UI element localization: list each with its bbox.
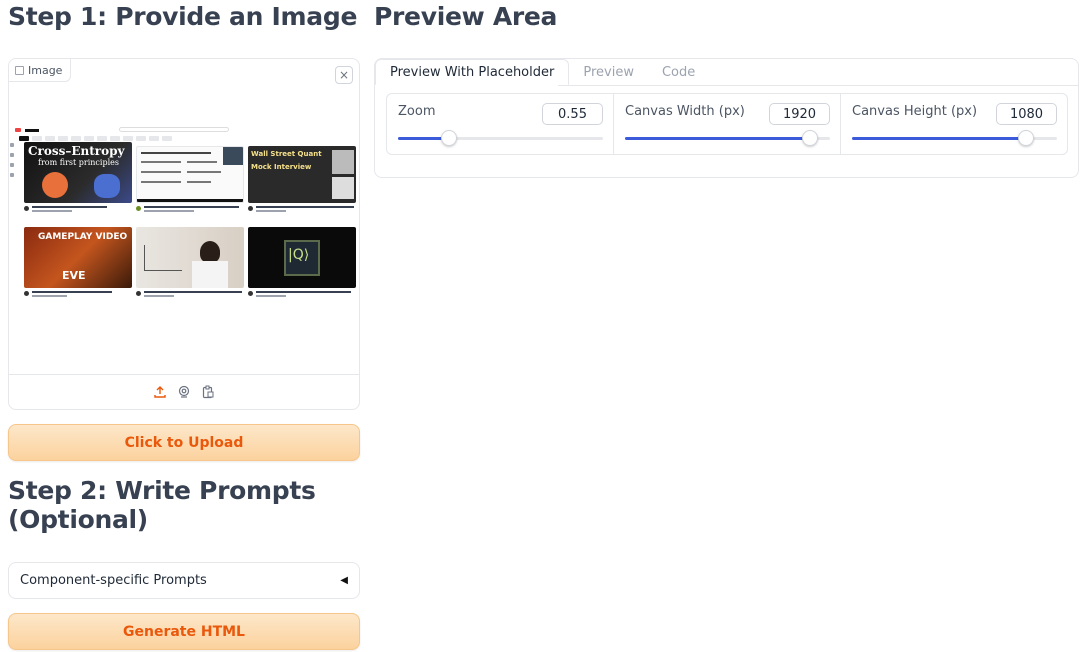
thumb-subtitle: from first principles bbox=[38, 158, 119, 167]
yt-logo-text bbox=[25, 128, 39, 132]
thumbnail-gameplay: GAMEPLAY VIDEO EVE bbox=[24, 227, 132, 288]
preview-tabs-panel: Preview With Placeholder Preview Code Zo… bbox=[374, 58, 1079, 178]
video-meta bbox=[24, 205, 132, 219]
thumb-title: GAMEPLAY VIDEO bbox=[38, 232, 128, 242]
canvas-width-label: Canvas Width (px) bbox=[625, 104, 745, 119]
image-label: Image bbox=[9, 59, 72, 82]
video-meta bbox=[248, 290, 356, 304]
canvas-width-track[interactable] bbox=[625, 130, 830, 146]
canvas-width-input[interactable]: 1920 bbox=[769, 103, 830, 125]
zoom-track[interactable] bbox=[398, 130, 603, 146]
tab-divider bbox=[558, 85, 1078, 86]
component-prompts-accordion[interactable]: Component-specific Prompts ◀ bbox=[8, 562, 360, 599]
video-meta bbox=[136, 205, 244, 219]
accordion-label: Component-specific Prompts bbox=[20, 573, 207, 588]
generate-html-button[interactable]: Generate HTML bbox=[8, 613, 360, 650]
canvas-width-fill bbox=[625, 137, 810, 140]
canvas-height-fill bbox=[852, 137, 1027, 140]
thumbnail-math bbox=[136, 146, 244, 203]
canvas-height-handle[interactable] bbox=[1018, 130, 1035, 146]
image-icon bbox=[15, 65, 24, 75]
uploaded-image-preview: Cross–Entropy from first principles Wall… bbox=[9, 125, 359, 365]
canvas-width-handle[interactable] bbox=[801, 130, 818, 146]
zoom-input[interactable]: 0.55 bbox=[542, 103, 603, 125]
image-label-text: Image bbox=[28, 63, 63, 77]
zoom-handle[interactable] bbox=[441, 130, 458, 146]
zoom-label: Zoom bbox=[398, 104, 436, 119]
yt-search-bar bbox=[119, 127, 229, 132]
thumbnail-cross-entropy: Cross–Entropy from first principles bbox=[24, 142, 132, 203]
video-meta bbox=[24, 290, 132, 304]
step2-title-line2: (Optional) bbox=[8, 505, 148, 534]
close-button[interactable]: × bbox=[335, 66, 353, 84]
thumbnail-wall-street: Wall Street Quant Mock Interview bbox=[248, 146, 356, 203]
tab-code[interactable]: Code bbox=[648, 59, 709, 85]
video-meta bbox=[136, 290, 244, 304]
thumbnail-quantum: |Q⟩ bbox=[248, 227, 356, 288]
canvas-height-slider: Canvas Height (px) 1080 bbox=[841, 94, 1067, 154]
yt-sidebar bbox=[9, 137, 15, 197]
canvas-width-slider: Canvas Width (px) 1920 bbox=[614, 94, 841, 154]
step1-title: Step 1: Provide an Image bbox=[8, 2, 358, 31]
step2-title-line1: Step 2: Write Prompts bbox=[8, 476, 316, 505]
thumb-title: Cross–Entropy bbox=[28, 144, 125, 158]
slider-group: Zoom 0.55 Canvas Width (px) 1920 Canvas … bbox=[386, 93, 1068, 155]
thumb-subtitle: EVE bbox=[62, 269, 86, 282]
yt-logo-icon bbox=[15, 128, 21, 132]
thumbnail-whiteboard bbox=[136, 227, 244, 288]
tab-bar: Preview With Placeholder Preview Code bbox=[375, 59, 709, 85]
thumb-title: Wall Street Quant bbox=[251, 150, 322, 158]
caret-left-icon[interactable]: ◀ bbox=[340, 575, 348, 586]
tab-preview-with-placeholder[interactable]: Preview With Placeholder bbox=[375, 59, 570, 85]
thumb-title: |Q⟩ bbox=[288, 247, 310, 263]
tab-preview[interactable]: Preview bbox=[569, 59, 648, 85]
step2-title: Step 2: Write Prompts (Optional) bbox=[8, 476, 316, 534]
upload-icon[interactable] bbox=[153, 385, 167, 399]
video-meta bbox=[248, 205, 356, 219]
preview-title: Preview Area bbox=[374, 2, 558, 31]
zoom-slider: Zoom 0.55 bbox=[387, 94, 614, 154]
webcam-icon[interactable] bbox=[177, 385, 191, 399]
image-toolbar bbox=[9, 374, 359, 409]
canvas-height-track[interactable] bbox=[852, 130, 1057, 146]
thumb-subtitle: Mock Interview bbox=[251, 163, 312, 171]
image-panel[interactable]: Image × Cross–Entropy from first princip… bbox=[8, 58, 360, 410]
upload-button[interactable]: Click to Upload bbox=[8, 424, 360, 461]
canvas-height-input[interactable]: 1080 bbox=[996, 103, 1057, 125]
clipboard-icon[interactable] bbox=[201, 385, 215, 399]
canvas-height-label: Canvas Height (px) bbox=[852, 104, 978, 119]
